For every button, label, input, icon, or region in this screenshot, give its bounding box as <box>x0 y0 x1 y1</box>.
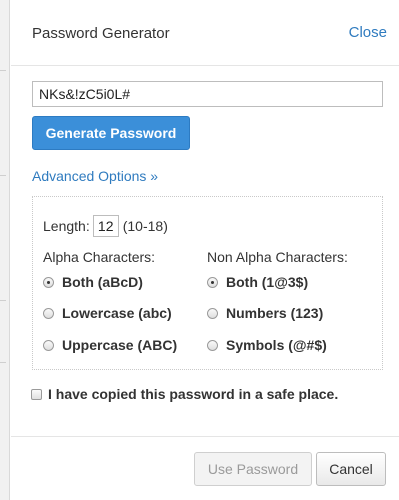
background-panel-edge <box>0 0 10 500</box>
length-row: Length: (10-18) <box>43 215 168 237</box>
option-label: Uppercase (ABC) <box>62 337 178 353</box>
alpha-option-lowercase[interactable]: Lowercase (abc) <box>43 305 172 321</box>
radio-icon[interactable] <box>43 339 54 351</box>
radio-selected-icon[interactable] <box>43 276 54 288</box>
radio-selected-icon[interactable] <box>207 276 218 288</box>
edge-tick <box>0 300 6 301</box>
generate-password-button[interactable]: Generate Password <box>32 116 190 150</box>
advanced-options-link[interactable]: Advanced Options » <box>32 168 158 184</box>
confirm-label: I have copied this password in a safe pl… <box>48 386 339 402</box>
password-field[interactable] <box>32 81 383 107</box>
password-generator-dialog: Password Generator Close Generate Passwo… <box>11 0 399 500</box>
alpha-option-uppercase[interactable]: Uppercase (ABC) <box>43 337 177 353</box>
option-label: Numbers (123) <box>226 305 324 321</box>
dialog-footer: Use Password Cancel <box>11 436 399 500</box>
non-alpha-option-both[interactable]: Both (1@3$) <box>207 274 308 290</box>
copied-confirm-checkbox[interactable]: I have copied this password in a safe pl… <box>31 386 338 402</box>
option-label: Symbols (@#$) <box>226 337 327 353</box>
option-label: Lowercase (abc) <box>62 305 172 321</box>
cancel-button[interactable]: Cancel <box>316 452 386 486</box>
dialog-title: Password Generator <box>32 25 170 42</box>
checkbox-icon[interactable] <box>31 388 42 400</box>
close-link[interactable]: Close <box>349 24 387 41</box>
length-range: (10-18) <box>122 218 168 234</box>
radio-icon[interactable] <box>207 307 218 319</box>
radio-icon[interactable] <box>43 307 54 319</box>
edge-tick <box>0 362 6 363</box>
non-alpha-option-numbers[interactable]: Numbers (123) <box>207 305 323 321</box>
alpha-option-both[interactable]: Both (aBcD) <box>43 274 143 290</box>
length-input[interactable] <box>92 215 119 237</box>
use-password-button[interactable]: Use Password <box>194 452 312 486</box>
radio-icon[interactable] <box>207 339 218 351</box>
edge-tick <box>0 175 6 176</box>
advanced-options-panel: Length: (10-18) Alpha Characters: Non Al… <box>32 196 383 370</box>
non-alpha-heading: Non Alpha Characters: <box>207 249 348 265</box>
alpha-heading: Alpha Characters: <box>43 249 156 265</box>
option-label: Both (1@3$) <box>226 274 309 290</box>
non-alpha-option-symbols[interactable]: Symbols (@#$) <box>207 337 327 353</box>
length-label: Length: <box>43 218 90 234</box>
edge-tick <box>0 70 6 71</box>
option-label: Both (aBcD) <box>62 274 143 290</box>
dialog-header: Password Generator Close <box>11 0 399 66</box>
